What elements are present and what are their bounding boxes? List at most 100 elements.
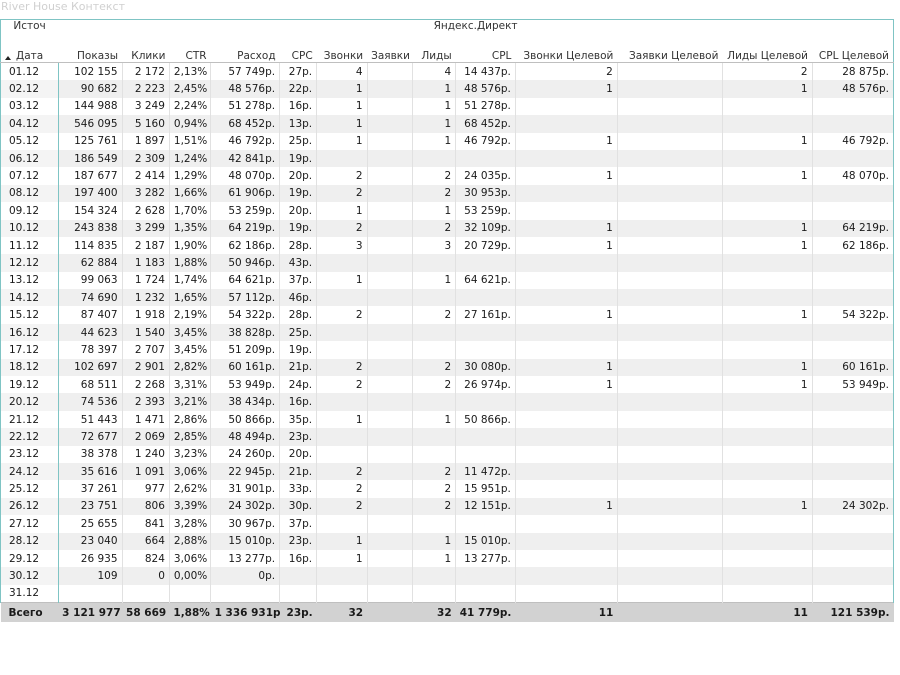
table-cell: 1 183 xyxy=(122,254,170,272)
table-cell: 806 xyxy=(122,497,170,516)
table-cell xyxy=(617,515,723,533)
table-cell: 13р. xyxy=(279,115,318,133)
table-cell: 20р. xyxy=(279,167,318,185)
column-header[interactable]: Звонки xyxy=(316,35,368,63)
column-header[interactable]: Показы xyxy=(58,35,123,63)
table-cell: 2 069 xyxy=(122,428,170,446)
table-cell xyxy=(617,480,723,498)
table-row: 18.12 102 697 2 901 2,82% 60 161р. 21р. 2 2 30 0… xyxy=(0,358,894,377)
table-cell xyxy=(279,584,318,603)
table-row: 15.12 87 407 1 918 2,19% 54 322р. 28р. 2 2 27 16… xyxy=(0,306,894,324)
total-cell: 23р. xyxy=(279,602,317,623)
table-cell: 2 393 xyxy=(122,393,170,411)
table-row: 09.12 154 324 2 628 1,70% 53 259р. 20р. 1 1 53 2… xyxy=(0,202,894,220)
table-cell: 3 xyxy=(412,236,457,255)
table-header: Источ Яндекс.Директ Дата Показы Клики CTR Р… xyxy=(0,19,895,63)
table-cell: 4 xyxy=(316,62,368,81)
date-column-header[interactable]: Дата xyxy=(0,35,59,63)
table-cell xyxy=(316,567,368,585)
table-cell: 26 935 xyxy=(58,549,123,568)
table-cell: 1 xyxy=(722,80,813,98)
column-header[interactable]: Расход xyxy=(210,35,280,63)
column-header[interactable]: CTR xyxy=(169,35,211,63)
table-cell xyxy=(722,567,813,585)
table-cell: 2 628 xyxy=(122,202,170,220)
column-header[interactable]: Заявки Целевой xyxy=(617,35,723,63)
table-cell: 19р. xyxy=(279,219,318,237)
column-header[interactable]: Лиды xyxy=(412,35,456,63)
table-cell: 2 xyxy=(316,167,368,185)
table-cell xyxy=(316,393,368,411)
table-cell xyxy=(515,149,618,168)
table-cell xyxy=(412,149,457,168)
table-cell: 3,31% xyxy=(169,376,212,394)
table-cell: 64 621р. xyxy=(455,271,516,290)
table-cell xyxy=(316,445,368,463)
table-cell: 664 xyxy=(122,532,170,550)
table-row: 24.12 35 616 1 091 3,06% 22 945р. 21р. 2 2 11 47… xyxy=(0,462,894,481)
row-date-cell: 27.12 xyxy=(0,515,59,533)
table-cell: 15 010р. xyxy=(455,532,516,550)
table-cell xyxy=(455,515,516,533)
table-cell xyxy=(367,184,413,203)
table-cell xyxy=(812,532,894,550)
total-cell: 3 121 977 xyxy=(58,602,123,623)
column-header[interactable]: CPC xyxy=(279,35,317,63)
table-cell: 1 xyxy=(316,97,368,116)
table-cell: 1 918 xyxy=(122,306,170,324)
table-cell: 22 945р. xyxy=(210,462,281,481)
table-cell: 3,23% xyxy=(169,445,212,463)
table-cell: 1 xyxy=(316,549,368,568)
table-cell xyxy=(812,445,894,463)
table-cell: 46р. xyxy=(279,289,318,307)
table-row: 27.12 25 655 841 3,28% 30 967р. 37р. xyxy=(0,515,894,533)
table-cell: 51 278р. xyxy=(455,97,516,116)
table-cell: 60 161р. xyxy=(210,358,281,377)
column-header[interactable]: CPL Целевой xyxy=(812,35,894,63)
row-date-cell: 21.12 xyxy=(0,410,59,429)
table-cell: 2 xyxy=(316,480,368,498)
table-cell: 28 875р. xyxy=(812,62,894,81)
table-cell xyxy=(617,549,723,568)
table-cell xyxy=(316,428,368,446)
row-date-cell: 12.12 xyxy=(0,254,59,272)
group-header-yandex-direct[interactable]: Яндекс.Директ xyxy=(58,19,895,35)
table-cell: 2 xyxy=(412,497,457,516)
table-cell: 3,45% xyxy=(169,341,212,359)
sort-ascending-icon[interactable] xyxy=(5,56,11,60)
table-cell xyxy=(412,515,457,533)
table-cell xyxy=(455,584,516,603)
column-header[interactable]: CPL xyxy=(455,35,516,63)
table-cell xyxy=(455,149,516,168)
table-cell xyxy=(367,341,413,359)
table-cell: 186 549 xyxy=(58,149,123,168)
column-header[interactable]: Лиды Целевой xyxy=(722,35,812,63)
table-cell: 28р. xyxy=(279,236,318,255)
table-cell: 102 155 xyxy=(58,62,123,81)
table-cell: 1 xyxy=(515,236,618,255)
table-cell xyxy=(722,428,813,446)
column-header[interactable]: Звонки Целевой xyxy=(515,35,618,63)
table-cell: 27р. xyxy=(279,62,318,81)
table-cell xyxy=(515,567,618,585)
source-column-header[interactable]: Источ xyxy=(0,19,59,35)
table-cell xyxy=(367,271,413,290)
table-cell xyxy=(169,584,212,603)
total-row: Всего 3 121 977 58 669 1,88% 1 336 931р. 23р.… xyxy=(0,602,894,623)
table-cell: 50 866р. xyxy=(455,410,516,429)
table-cell: 1,88% xyxy=(169,254,212,272)
table-cell: 1 471 xyxy=(122,410,170,429)
table-cell xyxy=(412,584,457,603)
table-cell: 24 302р. xyxy=(210,497,281,516)
table-cell: 74 690 xyxy=(58,289,123,307)
table-cell: 2 xyxy=(412,184,457,203)
table-row: 16.12 44 623 1 540 3,45% 38 828р. 25р. xyxy=(0,323,894,342)
column-header[interactable]: Клики xyxy=(122,35,170,63)
table-row: 26.12 23 751 806 3,39% 24 302р. 30р. 2 2 12 151р… xyxy=(0,497,894,516)
table-cell: 57 749р. xyxy=(210,62,281,81)
table-cell: 2 xyxy=(316,358,368,377)
table-cell xyxy=(367,289,413,307)
table-cell: 1 xyxy=(515,219,618,237)
column-header[interactable]: Заявки xyxy=(367,35,413,63)
row-date-cell: 04.12 xyxy=(0,115,59,133)
